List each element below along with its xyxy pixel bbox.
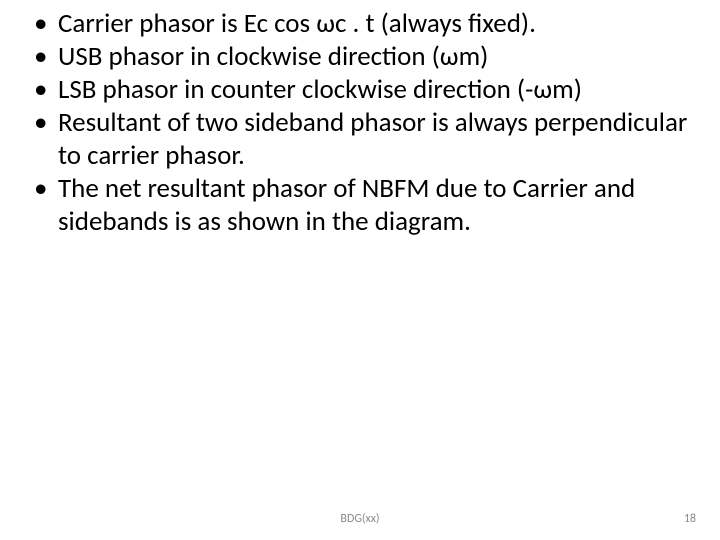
list-item: Resultant of two sideband phasor is alwa… (28, 107, 692, 173)
slide: Carrier phasor is Ec cos ωc . t (always … (0, 0, 720, 540)
list-item: Carrier phasor is Ec cos ωc . t (always … (28, 8, 692, 41)
content-area: Carrier phasor is Ec cos ωc . t (always … (28, 8, 692, 239)
footer-center-text: BDG(xx) (0, 512, 720, 526)
list-item: LSB phasor in counter clockwise directio… (28, 74, 692, 107)
page-number: 18 (684, 512, 696, 526)
list-item: USB phasor in clockwise direction (ωm) (28, 41, 692, 74)
list-item: The net resultant phasor of NBFM due to … (28, 173, 692, 239)
bullet-list: Carrier phasor is Ec cos ωc . t (always … (28, 8, 692, 239)
